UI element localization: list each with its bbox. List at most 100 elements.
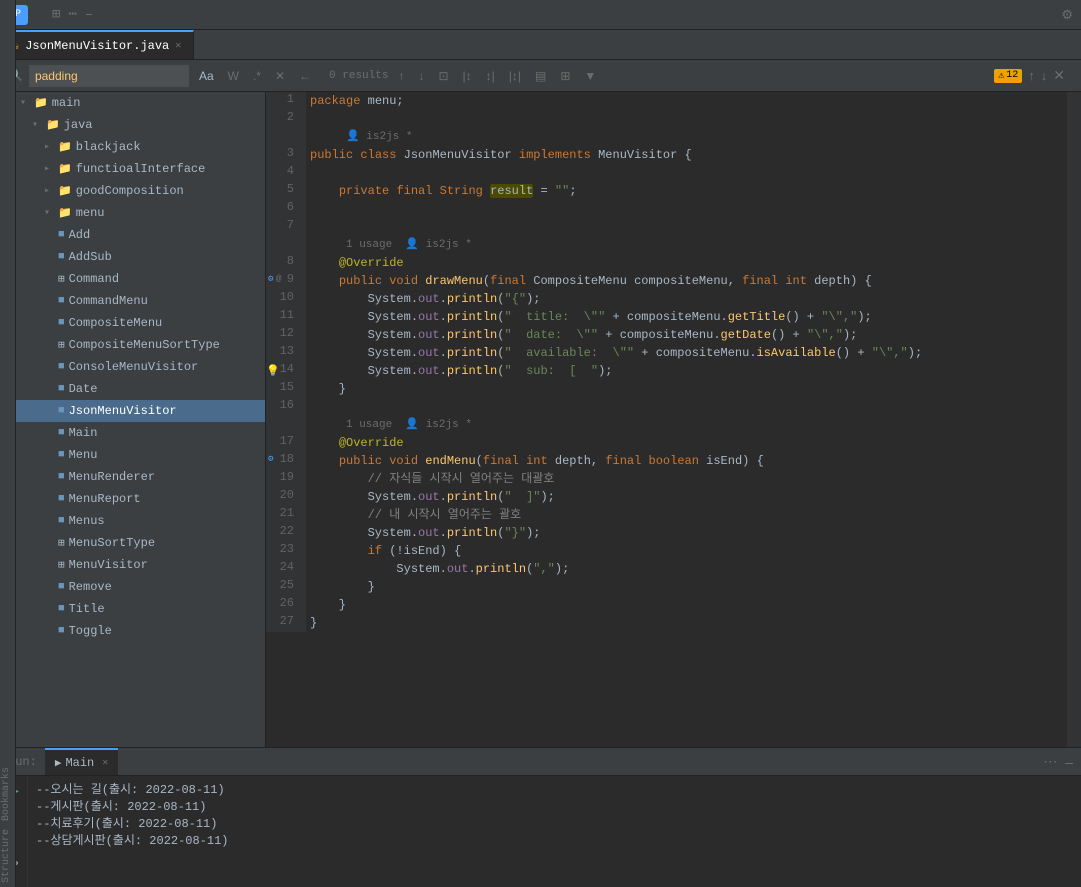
line-content[interactable]: private final String result = ""; [306, 182, 1067, 200]
sidebar-item-add[interactable]: ■ Add [16, 224, 265, 246]
line-content[interactable]: System.out.println(" date: \"" + composi… [306, 326, 1067, 344]
sidebar-item-toggle[interactable]: ■ Toggle [16, 620, 265, 642]
line-content[interactable]: public class JsonMenuVisitor implements … [306, 146, 1067, 164]
interface-icon-compositemenu-sorttype: ⊞ [58, 338, 65, 352]
search-regex[interactable]: .* [249, 67, 265, 85]
search-nav-down[interactable]: ↓ [414, 67, 428, 85]
line-content[interactable] [306, 200, 1067, 218]
line-content[interactable]: public void endMenu(final int depth, fin… [306, 452, 1067, 470]
settings-button[interactable]: ⚙ [1061, 7, 1073, 23]
search-clear[interactable]: ✕ [271, 67, 289, 85]
window-minimize[interactable]: – [85, 7, 93, 23]
line-content[interactable]: @Override [306, 254, 1067, 272]
search-prev-result[interactable]: ← [295, 67, 315, 85]
tree-label-date: Date [69, 382, 98, 396]
bottom-tab-main[interactable]: ▶ Main ✕ [45, 748, 118, 775]
search-nav-up[interactable]: ↑ [394, 67, 408, 85]
line-content[interactable] [306, 218, 1067, 236]
line-content[interactable]: } [306, 578, 1067, 596]
line-number: 16 [266, 398, 306, 416]
window-icon-1[interactable]: ⊞ [52, 6, 60, 23]
code-table: 1 package menu; 2 👤 is2js * [266, 92, 1067, 632]
line-content[interactable]: } [306, 614, 1067, 632]
line-content[interactable]: @Override [306, 434, 1067, 452]
line-content[interactable]: if (!isEnd) { [306, 542, 1067, 560]
sidebar-item-command[interactable]: ⊞ Command [16, 268, 265, 290]
line-content[interactable]: System.out.println(" sub: [ "); [306, 362, 1067, 380]
scroll-down-button[interactable]: ↓ [1041, 68, 1048, 83]
sidebar-item-date[interactable]: ■ Date [16, 378, 265, 400]
table-row: 9 ⚙ @ public void drawMenu(final Composi… [266, 272, 1067, 290]
sidebar-item-consolemenuvisitor[interactable]: ■ ConsoleMenuVisitor [16, 356, 265, 378]
sidebar-item-menurenderer[interactable]: ■ MenuRenderer [16, 466, 265, 488]
sidebar-item-blackjack[interactable]: ▸ 📁 blackjack [16, 136, 265, 158]
bookmarks-label[interactable]: Bookmarks [0, 763, 15, 825]
folder-icon-main: 📁 [34, 96, 48, 110]
line-content[interactable]: System.out.println(","); [306, 560, 1067, 578]
sidebar-tree: ▾ 📁 main ▾ 📁 java ▸ 📁 blackjack ▸ 📁 func… [16, 92, 265, 747]
structure-label[interactable]: Structure [0, 825, 15, 887]
code-area[interactable]: 1 package menu; 2 👤 is2js * [266, 92, 1067, 747]
line-content[interactable]: System.out.println(" available: \"" + co… [306, 344, 1067, 362]
line-number: 6 [266, 200, 306, 218]
search-nav-7[interactable]: ▤ [531, 67, 550, 85]
sidebar-item-commandmenu[interactable]: ■ CommandMenu [16, 290, 265, 312]
line-content[interactable] [306, 110, 1067, 128]
search-case-sensitive[interactable]: Aa [195, 67, 218, 85]
bottom-more-button[interactable]: ⋯ [1043, 753, 1057, 770]
search-nav-3[interactable]: ⊡ [434, 67, 452, 85]
search-nav-4[interactable]: |↕ [459, 67, 476, 85]
line-number: 18 ⚙ [266, 452, 306, 470]
sidebar-item-jsonmenuvisitor[interactable]: ■ JsonMenuVisitor [16, 400, 265, 422]
class-icon-main: ■ [58, 427, 65, 439]
table-row: 8 @Override [266, 254, 1067, 272]
tab-label: JsonMenuVisitor.java [25, 39, 169, 53]
tab-close-button[interactable]: ✕ [175, 40, 181, 52]
bottom-side-strip: Bookmarks Structure [0, 0, 16, 887]
bottom-minimize-button[interactable]: – [1065, 753, 1073, 770]
table-row: 21 // 내 시작시 열어주는 괄호 [266, 506, 1067, 524]
sidebar-item-functional[interactable]: ▸ 📁 functioalInterface [16, 158, 265, 180]
sidebar-item-main[interactable]: ▾ 📁 main [16, 92, 265, 114]
sidebar-item-menuvisitor[interactable]: ⊞ MenuVisitor [16, 554, 265, 576]
line-content[interactable]: System.out.println("}"); [306, 524, 1067, 542]
sidebar-item-compositemenu-sorttype[interactable]: ⊞ CompositeMenuSortType [16, 334, 265, 356]
line-content[interactable] [306, 398, 1067, 416]
sidebar-item-addsub[interactable]: ■ AddSub [16, 246, 265, 268]
sidebar-item-menu[interactable]: ▾ 📁 menu [16, 202, 265, 224]
sidebar-item-menusorttype[interactable]: ⊞ MenuSortType [16, 532, 265, 554]
class-icon-menu-class: ■ [58, 449, 65, 461]
search-input[interactable] [29, 65, 189, 87]
line-content[interactable]: } [306, 380, 1067, 398]
search-close-button[interactable]: ✕ [1053, 67, 1065, 84]
line-content[interactable]: package menu; [306, 92, 1067, 110]
sidebar-item-remove[interactable]: ■ Remove [16, 576, 265, 598]
search-nav-6[interactable]: |↕| [505, 67, 525, 85]
line-number [266, 236, 306, 254]
sidebar-item-goodcomposition[interactable]: ▸ 📁 goodComposition [16, 180, 265, 202]
sidebar-item-menureport[interactable]: ■ MenuReport [16, 488, 265, 510]
sidebar-item-main-class[interactable]: ■ Main [16, 422, 265, 444]
scroll-up-button[interactable]: ↑ [1028, 68, 1035, 83]
sidebar-item-menus[interactable]: ■ Menus [16, 510, 265, 532]
line-content[interactable]: System.out.println(" ]"); [306, 488, 1067, 506]
line-content[interactable]: System.out.println(" title: \"" + compos… [306, 308, 1067, 326]
line-content[interactable]: public void drawMenu(final CompositeMenu… [306, 272, 1067, 290]
tab-json-menu-visitor[interactable]: ☕ JsonMenuVisitor.java ✕ [0, 30, 194, 59]
sidebar-item-title[interactable]: ■ Title [16, 598, 265, 620]
search-word[interactable]: W [224, 67, 243, 85]
window-icon-2[interactable]: ⋯ [68, 6, 76, 23]
sidebar-item-menu-class[interactable]: ■ Menu [16, 444, 265, 466]
line-content[interactable]: } [306, 596, 1067, 614]
search-filter[interactable]: ▼ [580, 67, 600, 85]
line-content[interactable] [306, 164, 1067, 182]
sidebar-item-java[interactable]: ▾ 📁 java [16, 114, 265, 136]
sidebar-item-compositemenu[interactable]: ■ CompositeMenu [16, 312, 265, 334]
line-content[interactable]: // 내 시작시 열어주는 괄호 [306, 506, 1067, 524]
search-nav-8[interactable]: ⊞ [556, 67, 574, 85]
bottom-tab-close[interactable]: ✕ [102, 757, 108, 769]
line-content[interactable]: System.out.println("{"); [306, 290, 1067, 308]
search-nav-5[interactable]: ↕| [482, 67, 499, 85]
line-content[interactable]: // 자식들 시작시 열어주는 대괄호 [306, 470, 1067, 488]
bottom-actions: ⋯ – [1043, 753, 1073, 770]
